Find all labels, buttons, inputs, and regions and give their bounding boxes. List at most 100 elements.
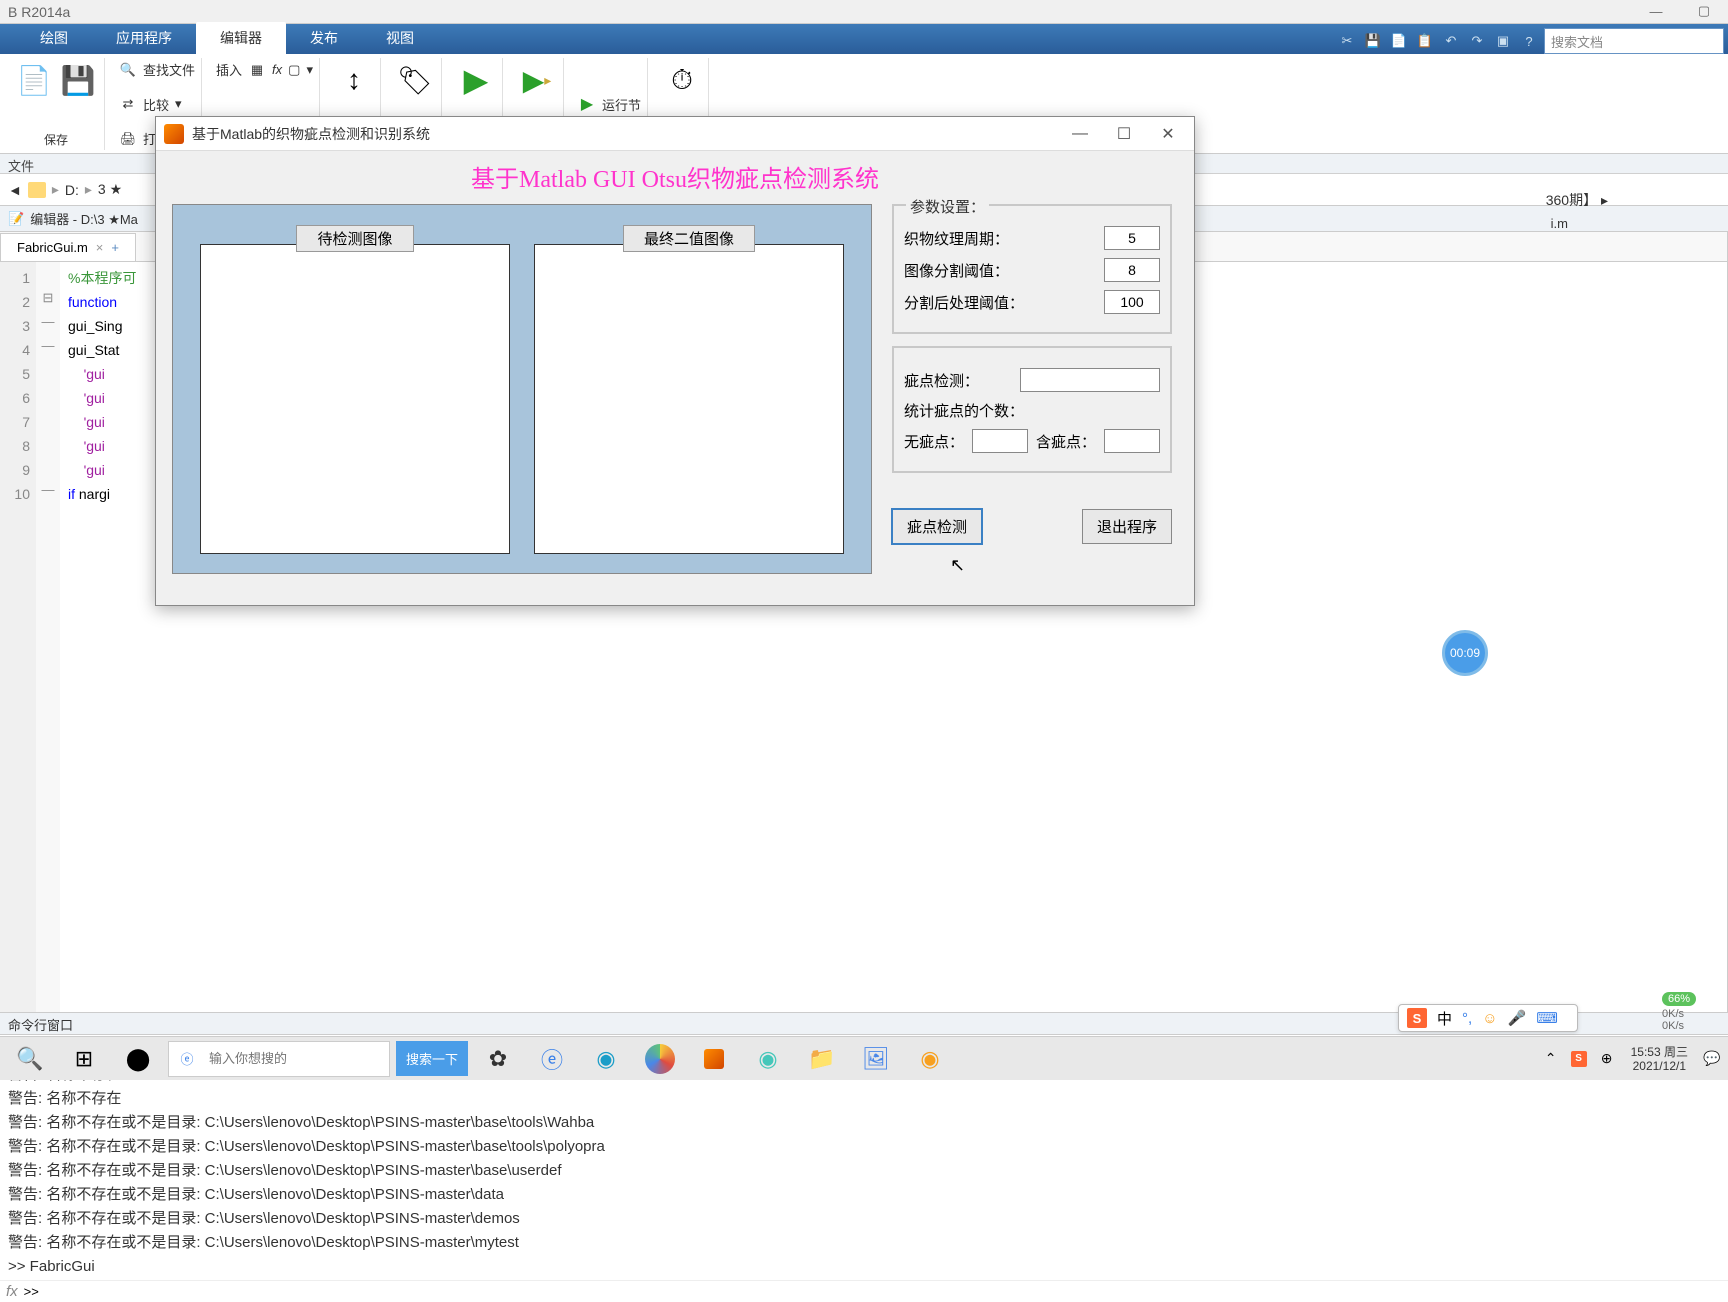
tray-notification-icon[interactable]: 💬 <box>1702 1049 1722 1069</box>
command-prompt[interactable]: fx >> <box>0 1280 1728 1302</box>
find-files[interactable]: 🔍 查找文件 <box>119 60 195 79</box>
editor-path: 编辑器 - D:\3 ★Ma <box>30 209 138 228</box>
ime-emoji-icon[interactable]: ☺ <box>1482 1010 1497 1027</box>
paste-icon[interactable]: 📋 <box>1414 30 1436 52</box>
texture-row: 织物纹理周期： <box>904 226 1160 250</box>
insert[interactable]: 插入 ▦ fx ▢ ▾ <box>216 60 313 79</box>
bookmark-icon[interactable]: 🏷 <box>395 60 435 100</box>
tab-add-icon[interactable]: + <box>111 240 119 255</box>
seg-input[interactable] <box>1104 258 1160 282</box>
gui-right-panel: 参数设置： 织物纹理周期： 图像分割阈值： 分割后处理阈值： <box>892 204 1172 574</box>
redo-icon[interactable]: ↷ <box>1466 30 1488 52</box>
tab-view[interactable]: 视图 <box>362 22 438 54</box>
gui-heading: 基于Matlab GUI Otsu织物疵点检测系统 <box>172 159 1178 194</box>
browser-icon[interactable] <box>645 1044 675 1074</box>
detect-fieldset: 疵点检测： 统计疵点的个数： 无疵点： 含疵点： <box>892 346 1172 473</box>
new-icon[interactable]: 📄 <box>14 60 54 100</box>
window-controls: — ▢ <box>1632 0 1728 22</box>
gui-maximize-button[interactable]: ☐ <box>1114 124 1134 144</box>
right-image-canvas <box>534 244 844 554</box>
matlab-task-icon[interactable] <box>690 1039 738 1079</box>
ime-lang[interactable]: 中 <box>1437 1008 1452 1029</box>
minimize-button[interactable]: — <box>1632 0 1680 22</box>
goto-icon[interactable]: ↕ <box>334 60 374 100</box>
app-icon-2[interactable]: ⓔ <box>528 1039 576 1079</box>
ribbon-right-tools: ✂ 💾 📄 📋 ↶ ↷ ▣ ? 搜索文档 <box>1336 28 1728 54</box>
search-docs[interactable]: 搜索文档 <box>1544 28 1724 54</box>
sogou-icon: S <box>1407 1008 1427 1028</box>
search-placeholder: 搜索文档 <box>1551 32 1603 51</box>
right-image-label: 最终二值图像 <box>623 225 755 252</box>
editor-doc-icon: 📝 <box>8 211 24 227</box>
app-icon-3[interactable]: ◉ <box>744 1039 792 1079</box>
run-section[interactable]: ▶ 运行节 <box>578 95 641 114</box>
taskbar: 🔍 ⊞ ⬤ ⓔ 搜索一下 ✿ ⓔ ◉ ◉ 📁 🖼 ◉ ⌃ S ⊕ 15:53 周… <box>0 1036 1728 1080</box>
ime-mic-icon[interactable]: 🎤 <box>1508 1009 1527 1027</box>
folder-task-icon[interactable]: 📁 <box>798 1039 846 1079</box>
tray-network-icon[interactable]: ⊕ <box>1597 1049 1617 1069</box>
photos-icon[interactable]: 🖼 <box>852 1039 900 1079</box>
ime-keyboard-icon[interactable]: ⌨ <box>1536 1009 1558 1027</box>
taskbar-search-input[interactable] <box>205 1051 389 1066</box>
maximize-button[interactable]: ▢ <box>1680 0 1728 22</box>
compare[interactable]: ⇄ 比较 ▾ <box>119 95 182 114</box>
copy-icon[interactable]: 📄 <box>1388 30 1410 52</box>
tab-app[interactable]: 应用程序 <box>92 22 196 54</box>
netspeed-widget[interactable]: 66% 0K/s 0K/s <box>1662 992 1718 1032</box>
exit-button[interactable]: 退出程序 <box>1082 509 1172 544</box>
app-title: B R2014a <box>8 4 70 20</box>
save-icon[interactable]: 💾 <box>1362 30 1384 52</box>
edge-icon[interactable]: ◉ <box>582 1039 630 1079</box>
cut-icon[interactable]: ✂ <box>1336 30 1358 52</box>
run-section-icon: ▶ <box>578 95 596 113</box>
seg-row: 图像分割阈值： <box>904 258 1160 282</box>
ime-punct-icon[interactable]: °, <box>1462 1010 1472 1027</box>
breadcrumb-d[interactable]: D: <box>65 182 79 198</box>
nav-back[interactable]: ◄ <box>8 182 22 198</box>
layers-icon[interactable]: ▣ <box>1492 30 1514 52</box>
tray-up-icon[interactable]: ⌃ <box>1541 1049 1561 1069</box>
gui-close-button[interactable]: ✕ <box>1158 124 1178 144</box>
taskbar-search[interactable]: ⓔ <box>168 1041 390 1077</box>
run-icon[interactable]: ▶ <box>456 60 496 100</box>
obs-icon[interactable]: ⬤ <box>114 1039 162 1079</box>
post-input[interactable] <box>1104 290 1160 314</box>
has-defect-output <box>1104 429 1160 453</box>
gui-buttons: 疵点检测 退出程序 <box>892 509 1172 544</box>
taskbar-search-button[interactable]: 搜索一下 <box>396 1041 468 1076</box>
breadcrumb-right-fragment: 360期】 ▸ <box>1546 190 1608 210</box>
tab-plot[interactable]: 绘图 <box>16 22 92 54</box>
close-icon[interactable]: × <box>96 240 104 255</box>
gui-title: 基于Matlab的织物疵点检测和识别系统 <box>192 124 430 144</box>
breadcrumb-3[interactable]: 3 ★ <box>98 181 122 198</box>
detect-button[interactable]: 疵点检测 <box>892 509 982 544</box>
undo-icon[interactable]: ↶ <box>1440 30 1462 52</box>
post-row: 分割后处理阈值： <box>904 290 1160 314</box>
save-icon[interactable]: 💾 <box>58 60 98 100</box>
app-icon-1[interactable]: ✿ <box>474 1039 522 1079</box>
editor-tab-fabricgui[interactable]: FabricGui.m × + <box>0 233 136 261</box>
post-label: 分割后处理阈值： <box>904 292 1024 313</box>
ime-toolbar[interactable]: S 中 °, ☺ 🎤 ⌨ <box>1398 1004 1578 1032</box>
ribbon-tabs: 绘图 应用程序 编辑器 发布 视图 ✂ 💾 📄 📋 ↶ ↷ ▣ ? 搜索文档 <box>0 24 1728 54</box>
gui-minimize-button[interactable]: — <box>1070 124 1090 144</box>
ie-icon: ⓔ <box>169 1049 205 1068</box>
app-icon-4[interactable]: ◉ <box>906 1039 954 1079</box>
tab-editor[interactable]: 编辑器 <box>196 22 286 54</box>
run-advance-icon[interactable]: ▶▸ <box>517 60 557 100</box>
help-icon[interactable]: ? <box>1518 30 1540 52</box>
left-image-box: 待检测图像 <box>200 217 510 561</box>
tray-sogou-icon[interactable]: S <box>1569 1049 1589 1069</box>
fabric-gui-window: 基于Matlab的织物疵点检测和识别系统 — ☐ ✕ 基于Matlab GUI … <box>155 116 1195 606</box>
profiler-icon[interactable]: ⏱ <box>662 60 702 100</box>
search-button[interactable]: 🔍 <box>6 1039 54 1079</box>
gui-titlebar[interactable]: 基于Matlab的织物疵点检测和识别系统 — ☐ ✕ <box>156 117 1194 151</box>
taskbar-clock[interactable]: 15:53 周三 2021/12/1 <box>1625 1045 1694 1073</box>
main-titlebar: B R2014a <box>0 0 1728 24</box>
texture-input[interactable] <box>1104 226 1160 250</box>
save-label: 保存 <box>44 131 68 148</box>
taskview-button[interactable]: ⊞ <box>60 1039 108 1079</box>
no-defect-output <box>972 429 1028 453</box>
params-fieldset: 参数设置： 织物纹理周期： 图像分割阈值： 分割后处理阈值： <box>892 204 1172 334</box>
tab-publish[interactable]: 发布 <box>286 22 362 54</box>
